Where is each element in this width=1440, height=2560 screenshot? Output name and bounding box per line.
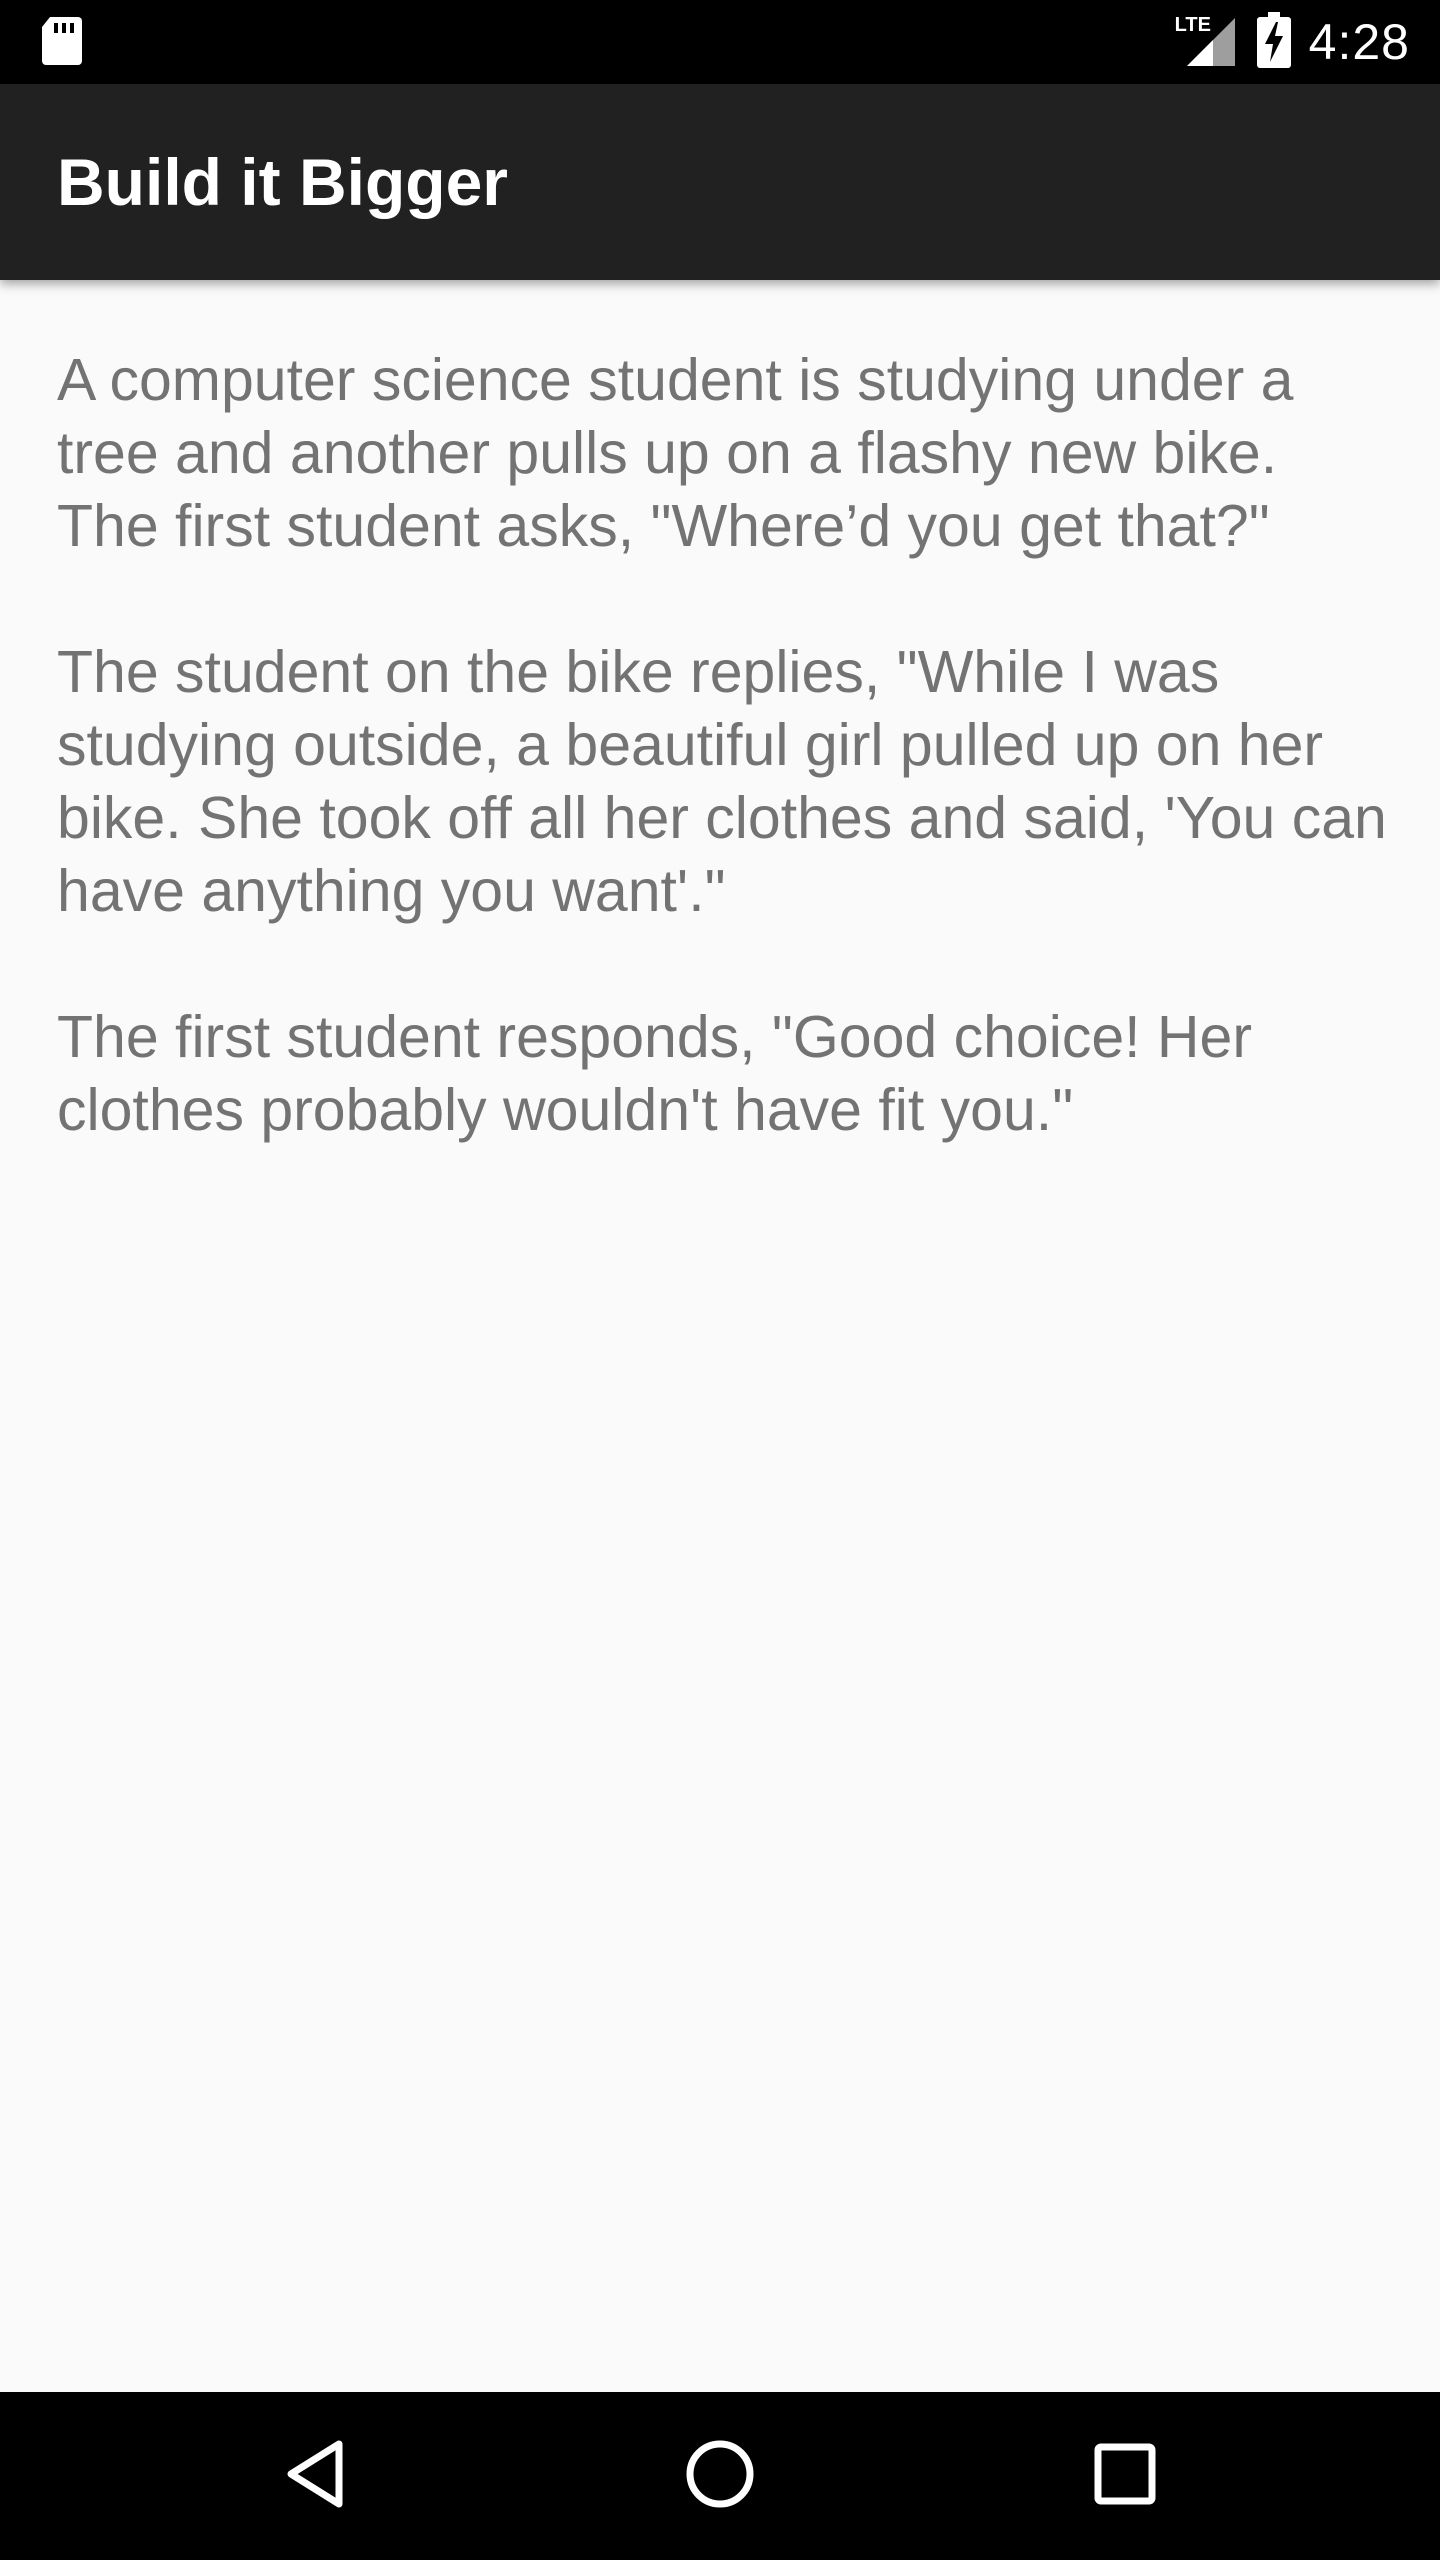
recents-icon: [1094, 2443, 1156, 2509]
status-right: LTE 4:28: [1175, 0, 1410, 84]
lte-signal-icon: LTE: [1175, 14, 1239, 70]
app-bar: Build it Bigger: [0, 84, 1440, 280]
battery-charging-icon: [1256, 12, 1291, 72]
content-area: A computer science student is studying u…: [0, 280, 1440, 2392]
joke-text: A computer science student is studying u…: [57, 347, 1387, 1143]
sd-card-icon: [40, 15, 84, 69]
lte-label: LTE: [1174, 14, 1211, 36]
back-icon: [283, 2438, 347, 2514]
back-button[interactable]: [265, 2426, 365, 2526]
status-bar: LTE 4:28: [0, 0, 1440, 84]
home-icon: [685, 2439, 755, 2513]
nav-bar: [0, 2392, 1440, 2560]
recents-button[interactable]: [1075, 2426, 1175, 2526]
status-left: [40, 0, 84, 84]
home-button[interactable]: [670, 2426, 770, 2526]
clock: 4:28: [1308, 14, 1410, 70]
app-title: Build it Bigger: [57, 145, 508, 219]
